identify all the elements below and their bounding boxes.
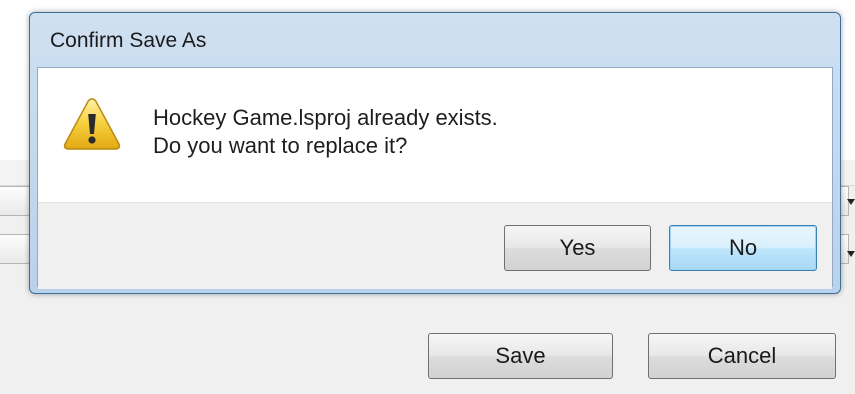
save-button[interactable]: Save bbox=[428, 333, 613, 379]
dialog-message: Hockey Game.lsproj already exists. Do yo… bbox=[153, 104, 498, 160]
dialog-titlebar[interactable]: Confirm Save As bbox=[30, 13, 840, 67]
chevron-down-icon[interactable] bbox=[847, 199, 855, 205]
chevron-down-icon[interactable] bbox=[847, 251, 855, 257]
yes-button[interactable]: Yes bbox=[504, 225, 651, 271]
no-button[interactable]: No bbox=[669, 225, 817, 271]
dialog-title: Confirm Save As bbox=[50, 29, 207, 52]
message-line-1: Hockey Game.lsproj already exists. bbox=[153, 105, 498, 130]
dialog-footer: Yes No bbox=[38, 202, 832, 289]
confirm-save-as-dialog: Confirm Save As Hockey Game.lsproj alrea… bbox=[29, 12, 841, 294]
message-line-2: Do you want to replace it? bbox=[153, 133, 408, 158]
dialog-content: Hockey Game.lsproj already exists. Do yo… bbox=[38, 68, 832, 202]
warning-icon bbox=[63, 98, 121, 150]
dialog-client-area: Hockey Game.lsproj already exists. Do yo… bbox=[37, 67, 833, 289]
cancel-button[interactable]: Cancel bbox=[648, 333, 836, 379]
